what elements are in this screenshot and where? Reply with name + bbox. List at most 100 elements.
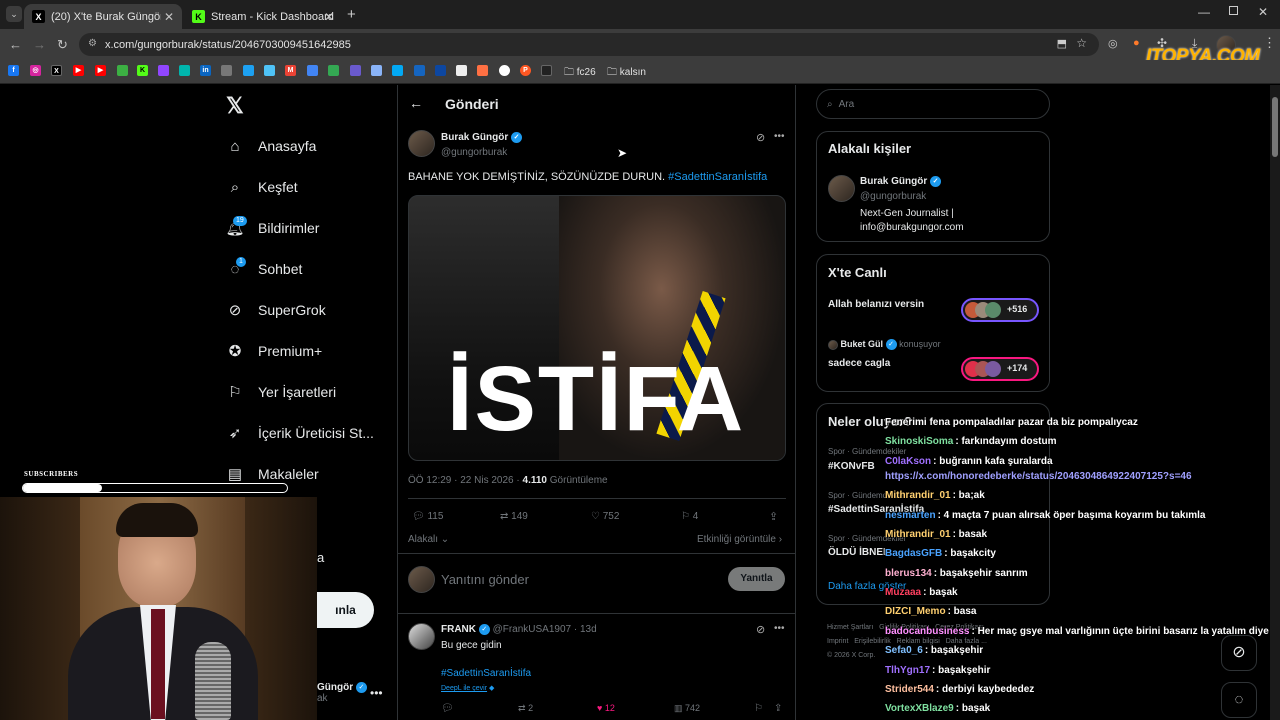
more-options-icon[interactable]: ••• xyxy=(370,686,383,700)
tab-x-post[interactable]: X (20) X'te Burak Güngör: "BAHANE ✕ xyxy=(24,4,182,29)
bookmark-icon[interactable] xyxy=(456,65,467,76)
sidebar-item-explore[interactable]: ⌕ Keşfet xyxy=(226,174,298,200)
extension-icon[interactable]: ● xyxy=(1133,37,1140,49)
bookmark-facebook-icon[interactable]: f xyxy=(8,65,19,76)
tab-list-chevron-icon[interactable]: ⌄ xyxy=(6,6,22,22)
star-icon[interactable]: ☆ xyxy=(1076,36,1087,50)
grok-icon[interactable]: ⊘ xyxy=(756,131,765,144)
grok-floating-button[interactable]: ⊘ xyxy=(1221,635,1257,671)
url-input[interactable]: ⚙ x.com/gungorburak/status/2046703009451… xyxy=(79,33,1099,56)
person-name[interactable]: Burak Güngör ✓ xyxy=(860,176,942,187)
bookmark-icon[interactable] xyxy=(307,65,318,76)
space-title[interactable]: sadece cagla xyxy=(828,358,890,369)
extension-icon[interactable]: ◎ xyxy=(1108,37,1118,50)
post-button-partial[interactable]: ınla xyxy=(317,592,374,628)
tab-kick-dashboard[interactable]: K Stream - Kick Dashboard ✕ xyxy=(184,4,342,29)
bookmark-folder-fc26[interactable]: 🗀 fc26 xyxy=(564,65,596,82)
tie xyxy=(151,609,165,719)
x-logo[interactable]: 𝕏 xyxy=(226,93,244,119)
bookmark-icon[interactable] xyxy=(371,65,382,76)
bookmark-icon[interactable] xyxy=(477,65,488,76)
close-tab-icon[interactable]: ✕ xyxy=(164,10,174,24)
scrollbar-thumb[interactable] xyxy=(1272,97,1278,157)
bookmark-icon[interactable]: P xyxy=(520,65,531,76)
close-tab-icon[interactable]: ✕ xyxy=(324,10,334,24)
bookmark-twitch-icon[interactable] xyxy=(158,65,169,76)
bookmark-kick-icon[interactable]: K xyxy=(137,65,148,76)
share-icon[interactable]: ⇪ xyxy=(774,703,782,714)
space-listeners[interactable]: +516 xyxy=(961,298,1039,322)
views-action[interactable]: ▥ 742 xyxy=(674,703,700,714)
bookmark-icon[interactable] xyxy=(328,65,339,76)
sidebar-item-home[interactable]: ⌂ Anasayfa xyxy=(226,133,316,159)
repost-action[interactable]: ⇄ 2 xyxy=(518,703,533,714)
tweet-author-name[interactable]: Burak Güngör ✓ xyxy=(441,132,523,143)
reply-button[interactable]: Yanıtla xyxy=(728,567,785,591)
bookmark-youtube-icon[interactable]: ▶ xyxy=(95,65,106,76)
sidebar-item-creator-studio[interactable]: ➶ İçerik Üreticisi St... xyxy=(226,420,374,446)
bookmark-icon[interactable]: ⚐ xyxy=(754,703,763,714)
like-action[interactable]: ♥ 12 xyxy=(597,703,615,713)
sidebar-item-premium[interactable]: ✪ Premium+ xyxy=(226,338,322,364)
bookmark-icon[interactable] xyxy=(221,65,232,76)
bookmark-action[interactable]: ⚐ 4 xyxy=(681,511,698,522)
reload-icon[interactable]: ↻ xyxy=(57,37,68,53)
bookmark-icon[interactable] xyxy=(435,65,446,76)
bookmark-youtube-icon[interactable]: ▶ xyxy=(73,65,84,76)
bookmark-gmail-icon[interactable]: M xyxy=(285,65,296,76)
page-scrollbar[interactable] xyxy=(1270,85,1280,720)
maximize-icon[interactable] xyxy=(1229,6,1238,15)
close-window-icon[interactable]: ✕ xyxy=(1258,5,1268,19)
avatar[interactable] xyxy=(408,623,435,650)
space-listeners[interactable]: +174 xyxy=(961,357,1039,381)
forward-icon[interactable]: → xyxy=(33,37,46,52)
messages-floating-button[interactable]: ◌ xyxy=(1221,682,1257,718)
space-title[interactable]: Allah belanızı versin xyxy=(828,299,924,310)
hashtag-link[interactable]: #SadettinSaranİstifa xyxy=(668,171,767,183)
new-tab-icon[interactable]: + xyxy=(347,6,356,23)
reply-input[interactable]: Yanıtını gönder xyxy=(441,572,529,587)
account-switcher[interactable]: Güngör ✓ ak xyxy=(317,682,367,704)
translate-link[interactable]: DeepL ile çevir ◆ xyxy=(441,684,494,692)
bookmark-icon[interactable] xyxy=(541,65,552,76)
bookmark-icon[interactable] xyxy=(264,65,275,76)
back-icon[interactable]: ← xyxy=(9,37,22,52)
bookmark-linkedin-icon[interactable]: in xyxy=(200,65,211,76)
site-info-icon[interactable]: ⚙ xyxy=(88,38,97,49)
like-action[interactable]: ♡ 752 xyxy=(591,511,619,522)
tweet-image[interactable]: İSTİFA xyxy=(408,195,786,461)
view-activity-link[interactable]: Etkinliği görüntüle › xyxy=(697,534,782,545)
trend-name[interactable]: #KONvFB xyxy=(828,461,875,472)
bookmark-icon[interactable] xyxy=(499,65,510,76)
trend-name[interactable]: ÖLDÜ İBNEL xyxy=(828,547,889,558)
repost-action[interactable]: ⇄ 149 xyxy=(500,511,528,522)
sidebar-item-supergrok[interactable]: ⊘ SuperGrok xyxy=(226,297,326,323)
avatar[interactable] xyxy=(408,130,435,157)
bookmark-x-icon[interactable]: X xyxy=(51,65,62,76)
hashtag-link[interactable]: #SadettinSaranİstifa xyxy=(441,668,531,679)
more-options-icon[interactable]: ••• xyxy=(774,131,785,142)
reply-action[interactable]: 💬︎ 115 xyxy=(412,511,443,522)
reply-author[interactable]: FRANK ✓ @FrankUSA1907 · 13d xyxy=(441,624,597,635)
bookmark-folder-kalsin[interactable]: 🗀 kalsın xyxy=(607,65,646,82)
bookmark-icon[interactable] xyxy=(350,65,361,76)
reply-icon[interactable]: 💬︎ xyxy=(441,703,454,714)
search-input[interactable]: ⌕ Ara xyxy=(816,89,1050,119)
bookmark-icon[interactable] xyxy=(392,65,403,76)
back-arrow-icon[interactable]: ← xyxy=(409,95,423,111)
bookmark-teal-icon[interactable] xyxy=(179,65,190,76)
more-options-icon[interactable]: ••• xyxy=(774,623,785,634)
minimize-icon[interactable]: — xyxy=(1198,5,1210,19)
sidebar-item-bookmarks[interactable]: ⚐ Yer İşaretleri xyxy=(226,379,336,405)
sort-dropdown[interactable]: Alakalı ⌄ xyxy=(408,534,449,545)
browser-menu-icon[interactable]: ⋮ xyxy=(1263,35,1276,51)
bookmark-instagram-icon[interactable]: ◎ xyxy=(30,65,41,76)
tweet-author-handle[interactable]: @gungorburak xyxy=(441,147,507,158)
bookmark-green-icon[interactable] xyxy=(117,65,128,76)
avatar[interactable] xyxy=(828,175,855,202)
share-icon[interactable]: ⇪ xyxy=(769,510,778,523)
bookmark-icon[interactable] xyxy=(414,65,425,76)
install-app-icon[interactable]: ⬒ xyxy=(1057,37,1067,50)
grok-icon[interactable]: ⊘ xyxy=(756,623,765,636)
bookmark-icon[interactable] xyxy=(243,65,254,76)
